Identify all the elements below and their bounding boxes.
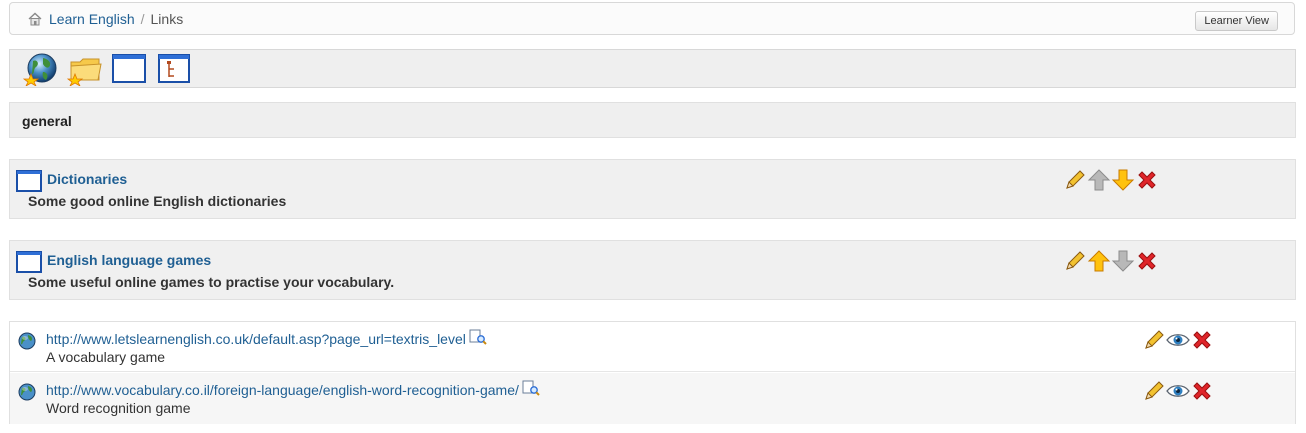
move-down-arrow-icon-disabled bbox=[1111, 249, 1135, 273]
folder-actions bbox=[1063, 249, 1159, 273]
preview-page-icon[interactable] bbox=[469, 329, 487, 348]
delete-x-icon[interactable] bbox=[1190, 379, 1214, 403]
tree-view-icon[interactable] bbox=[155, 52, 191, 86]
breadcrumb: Learn English / Links bbox=[27, 11, 183, 27]
folder-window-icon bbox=[16, 170, 42, 195]
visibility-eye-icon[interactable] bbox=[1166, 379, 1190, 403]
move-up-arrow-icon-disabled bbox=[1087, 168, 1111, 192]
edit-pencil-icon[interactable] bbox=[1063, 168, 1087, 192]
folder-description: Some good online English dictionaries bbox=[28, 193, 287, 209]
breadcrumb-current-links: Links bbox=[150, 11, 184, 27]
edit-pencil-icon[interactable] bbox=[1142, 328, 1166, 352]
link-description: Word recognition game bbox=[46, 400, 191, 416]
link-url-container: http://www.letslearnenglish.co.uk/defaul… bbox=[46, 329, 487, 348]
move-down-arrow-icon[interactable] bbox=[1111, 168, 1135, 192]
add-link-icon[interactable] bbox=[23, 52, 59, 86]
list-item: http://www.letslearnenglish.co.uk/defaul… bbox=[10, 322, 1295, 372]
globe-icon bbox=[18, 383, 36, 404]
toolbar bbox=[9, 49, 1296, 88]
home-icon[interactable] bbox=[27, 11, 43, 27]
breadcrumb-link-learn-english[interactable]: Learn English bbox=[49, 11, 135, 27]
list-item: http://www.vocabulary.co.il/foreign-lang… bbox=[10, 373, 1295, 424]
folder-title-link[interactable]: Dictionaries bbox=[47, 171, 127, 187]
link-description: A vocabulary game bbox=[46, 349, 166, 365]
move-up-arrow-icon[interactable] bbox=[1087, 249, 1111, 273]
learner-view-button[interactable]: Learner View bbox=[1195, 11, 1278, 31]
window-icon[interactable] bbox=[111, 52, 147, 86]
link-url-container: http://www.vocabulary.co.il/foreign-lang… bbox=[46, 380, 540, 399]
folder-description: Some useful online games to practise you… bbox=[28, 274, 395, 290]
edit-pencil-icon[interactable] bbox=[1063, 249, 1087, 273]
globe-icon bbox=[18, 332, 36, 353]
breadcrumb-bar: Learn English / Links Learner View bbox=[9, 2, 1295, 35]
delete-x-icon[interactable] bbox=[1135, 168, 1159, 192]
link-url[interactable]: http://www.letslearnenglish.co.uk/defaul… bbox=[46, 331, 466, 347]
links-list: http://www.letslearnenglish.co.uk/defaul… bbox=[9, 321, 1296, 424]
link-actions bbox=[1142, 328, 1214, 352]
folder-title-link[interactable]: English language games bbox=[47, 252, 211, 268]
add-category-icon[interactable] bbox=[67, 52, 103, 86]
delete-x-icon[interactable] bbox=[1190, 328, 1214, 352]
link-actions bbox=[1142, 379, 1214, 403]
visibility-eye-icon[interactable] bbox=[1166, 328, 1190, 352]
delete-x-icon[interactable] bbox=[1135, 249, 1159, 273]
folder-row: English language games Some useful onlin… bbox=[9, 240, 1296, 300]
breadcrumb-separator: / bbox=[140, 11, 145, 27]
edit-pencil-icon[interactable] bbox=[1142, 379, 1166, 403]
link-url[interactable]: http://www.vocabulary.co.il/foreign-lang… bbox=[46, 382, 519, 398]
preview-page-icon[interactable] bbox=[522, 380, 540, 399]
folder-window-icon bbox=[16, 251, 42, 276]
folder-row: Dictionaries Some good online English di… bbox=[9, 159, 1296, 219]
category-header: general bbox=[9, 102, 1296, 138]
folder-actions bbox=[1063, 168, 1159, 192]
